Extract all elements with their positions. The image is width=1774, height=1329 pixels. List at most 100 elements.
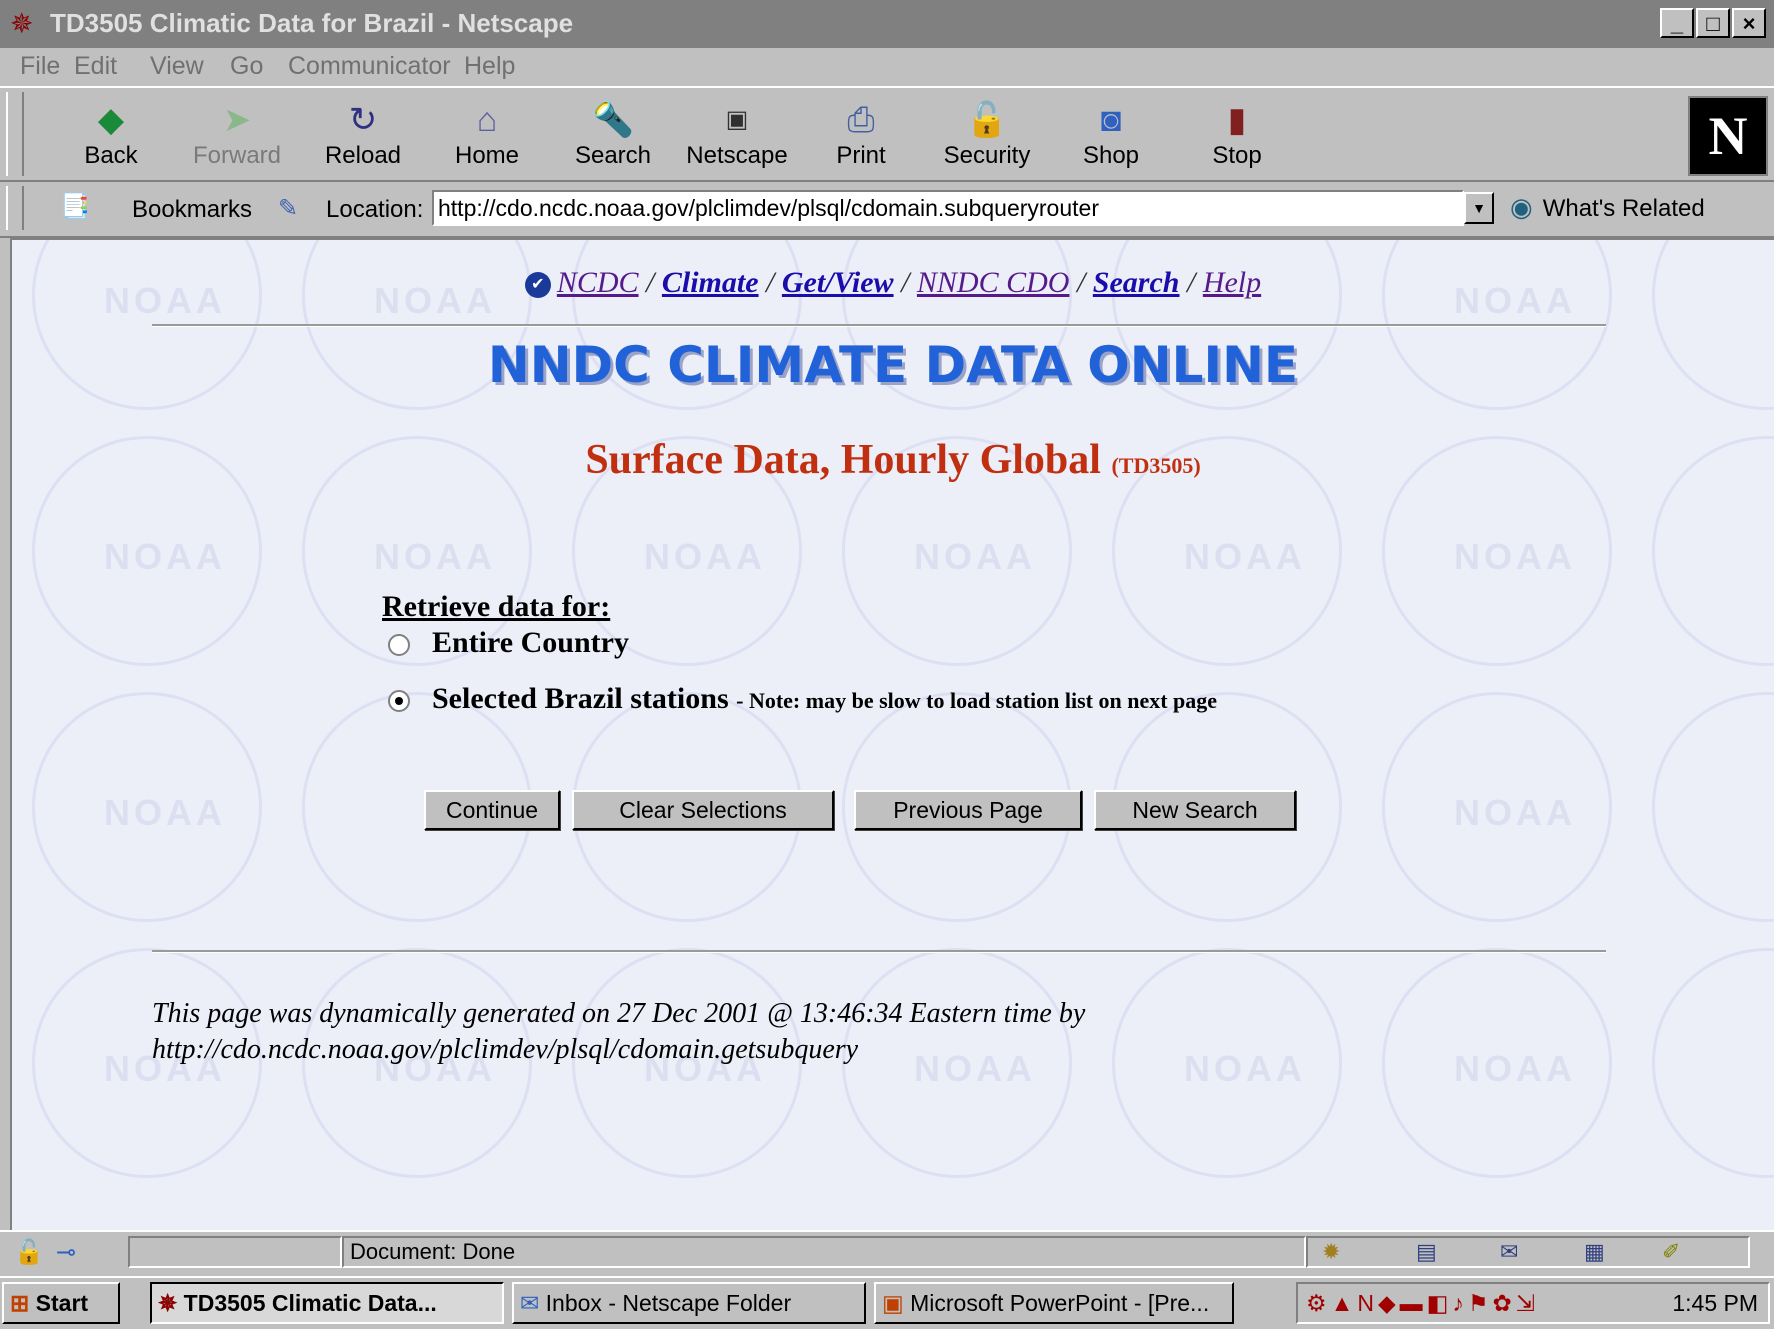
security-padlock-icon[interactable]: 🔓 [14, 1238, 44, 1267]
security-button[interactable]: 🔓 Security [932, 98, 1042, 178]
dataset-name: Surface Data, Hourly Global [585, 437, 1101, 483]
breadcrumb-separator: / [1186, 266, 1196, 299]
taskbar-item-label: Inbox - Netscape Folder [545, 1290, 792, 1316]
forward-arrow-icon: ➤ [222, 101, 252, 139]
page-content: NOAA NOAA NOAA NOAA NOAA NOAA NOAA NOAA … [10, 238, 1774, 1230]
navigation-toolbar: ◆ Back ➤ Forward ↻ Reload ⌂ Home 🔦 Searc… [0, 86, 1774, 182]
selected-stations-label: Selected Brazil stations [432, 682, 729, 715]
taskbar-item-powerpoint[interactable]: ▣ Microsoft PowerPoint - [Pre... [874, 1282, 1234, 1324]
option-selected-stations[interactable]: Selected Brazil stations - Note: may be … [388, 682, 1217, 716]
taskbar-item-netscape[interactable]: ✵ TD3505 Climatic Data... [150, 1282, 504, 1324]
minimize-button[interactable]: _ [1660, 8, 1694, 38]
start-button[interactable]: ⊞ Start [2, 1282, 120, 1324]
composer-icon[interactable]: ▦ [1584, 1238, 1605, 1266]
breadcrumb-ncdc[interactable]: NCDC [557, 266, 639, 299]
netscape-logo[interactable]: N [1688, 96, 1768, 176]
window-controls: _ □ × [1660, 8, 1766, 38]
shop-button[interactable]: ◙ Shop [1056, 98, 1166, 178]
noaa-watermark-text: NOAA [1454, 792, 1576, 833]
option-entire-country[interactable]: Entire Country [388, 626, 629, 660]
discussions-icon[interactable]: ✉ [1500, 1238, 1518, 1266]
page-title: NNDC CLIMATE DATA ONLINE [487, 336, 1299, 394]
selected-stations-radio[interactable] [388, 690, 410, 713]
clock[interactable]: 1:45 PM [1672, 1284, 1758, 1322]
tray-icons[interactable]: ⚙▲N◆▬◧♪⚑✿⇲ [1306, 1284, 1539, 1322]
connection-status-icon: ⊸ [56, 1239, 77, 1266]
breadcrumb-climate[interactable]: Climate [662, 266, 759, 299]
entire-country-label: Entire Country [432, 626, 629, 659]
bookmarks-button[interactable]: Bookmarks [132, 196, 252, 224]
location-dropdown-button[interactable]: ▼ [1464, 192, 1494, 224]
top-divider [152, 324, 1606, 327]
component-bar: ✹ ▤ ✉ ▦ ✐ [1306, 1236, 1750, 1268]
breadcrumb-help[interactable]: Help [1203, 266, 1261, 299]
bookmarks-icon[interactable]: 📑 [60, 192, 90, 221]
breadcrumb-separator: / [646, 266, 655, 299]
noaa-watermark-text: NOAA [374, 536, 496, 577]
my-netscape-button[interactable]: ▣ Netscape [682, 98, 792, 178]
menu-bar: File Edit View Go Communicator Help [0, 48, 1774, 86]
breadcrumb-nndc-cdo[interactable]: NNDC CDO [917, 266, 1070, 299]
bottom-divider [152, 950, 1606, 953]
noaa-watermark-text: NOAA [1184, 536, 1306, 577]
breadcrumb-separator: / [766, 266, 775, 299]
taskbar-item-label: Microsoft PowerPoint - [Pre... [910, 1290, 1210, 1316]
noaa-watermark-text: NOAA [104, 536, 226, 577]
footer-timestamp: This page was dynamically generated on 2… [152, 998, 1086, 1029]
back-button[interactable]: ◆ Back [56, 98, 166, 178]
location-url-input[interactable] [432, 190, 1464, 226]
padlock-icon: 🔓 [965, 101, 1009, 139]
composer-pen-icon[interactable]: ✐ [1662, 1238, 1680, 1266]
breadcrumb-separator: / [1076, 266, 1086, 299]
dataset-code: (TD3505) [1111, 453, 1201, 478]
window-title: TD3505 Climatic Data for Brazil - Netsca… [50, 8, 574, 38]
search-button[interactable]: 🔦 Search [558, 98, 668, 178]
forward-button[interactable]: ➤ Forward [182, 98, 292, 178]
maximize-button[interactable]: □ [1696, 8, 1730, 38]
status-bar: 🔓 ⊸ Document: Done ✹ ▤ ✉ ▦ ✐ [0, 1230, 1774, 1274]
noaa-watermark-text: NOAA [644, 536, 766, 577]
reload-button[interactable]: ↻ Reload [308, 98, 418, 178]
whats-related-icon: ◉ [1510, 192, 1533, 222]
menu-help[interactable]: Help [464, 52, 515, 81]
whats-related-button[interactable]: ◉ What's Related [1510, 192, 1705, 223]
breadcrumb-search[interactable]: Search [1093, 266, 1180, 299]
netscape-app-icon: ✵ [10, 8, 34, 39]
progress-meter [128, 1236, 342, 1268]
continue-button[interactable]: Continue [424, 790, 560, 830]
inbox-task-icon: ✉ [520, 1290, 540, 1316]
menu-file[interactable]: File [20, 52, 60, 81]
menu-view[interactable]: View [150, 52, 204, 81]
my-netscape-icon: ▣ [725, 106, 749, 133]
taskbar-item-label: TD3505 Climatic Data... [183, 1290, 437, 1316]
close-button[interactable]: × [1732, 8, 1766, 38]
menu-go[interactable]: Go [230, 52, 263, 81]
toolbar-grip[interactable] [6, 92, 24, 176]
new-search-button[interactable]: New Search [1094, 790, 1296, 830]
system-tray: ⚙▲N◆▬◧♪⚑✿⇲ 1:45 PM [1296, 1282, 1770, 1324]
menu-communicator[interactable]: Communicator [288, 52, 451, 81]
home-button[interactable]: ⌂ Home [432, 98, 542, 178]
previous-page-button[interactable]: Previous Page [854, 790, 1082, 830]
noaa-watermark-text: NOAA [914, 536, 1036, 577]
location-label: Location: [326, 196, 424, 223]
stop-button[interactable]: ▮ Stop [1182, 98, 1292, 178]
noaa-watermark-text: NOAA [1454, 536, 1576, 577]
entire-country-radio[interactable] [388, 634, 410, 657]
noaa-watermark-text: NOAA [1184, 1048, 1306, 1089]
shop-icon: ◙ [1100, 101, 1122, 139]
clear-selections-button[interactable]: Clear Selections [572, 790, 834, 830]
page-proxy-icon[interactable]: ✎ [278, 194, 298, 223]
breadcrumb-get-view[interactable]: Get/View [782, 266, 894, 299]
print-button[interactable]: ⎙ Print [806, 98, 916, 178]
footer-source-url: http://cdo.ncdc.noaa.gov/plclimdev/plsql… [152, 1034, 859, 1065]
taskbar-item-inbox[interactable]: ✉ Inbox - Netscape Folder [512, 1282, 866, 1324]
navigator-icon[interactable]: ✹ [1322, 1238, 1340, 1266]
status-text: Document: Done [342, 1236, 1306, 1268]
menu-edit[interactable]: Edit [74, 52, 117, 81]
slow-load-note: - Note: may be slow to load station list… [736, 688, 1218, 713]
reload-icon: ↻ [348, 101, 378, 139]
location-grip[interactable] [6, 186, 24, 230]
mail-icon[interactable]: ▤ [1416, 1238, 1437, 1266]
breadcrumb-separator: / [901, 266, 910, 299]
